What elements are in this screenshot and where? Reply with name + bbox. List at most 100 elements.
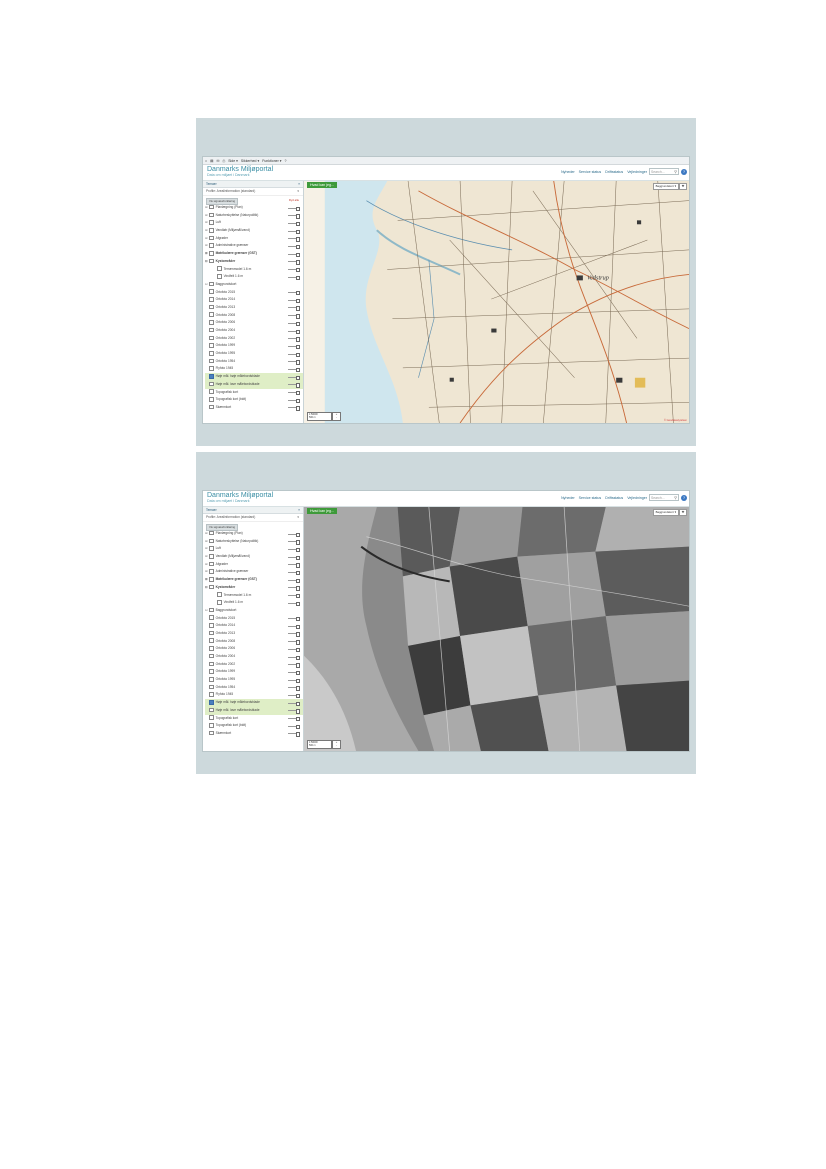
layer-row[interactable]: Ortofoto 2014	[205, 622, 303, 630]
layer-row[interactable]: Topografisk kort (bidt)	[205, 396, 303, 404]
layer-row[interactable]: Ortofoto 1954	[205, 358, 303, 366]
layer-checkbox[interactable]	[209, 699, 214, 705]
opacity-slider[interactable]	[288, 268, 300, 272]
layer-row[interactable]: Skærmkort	[205, 404, 303, 412]
help-circle-icon[interactable]: ?	[681, 495, 687, 501]
layer-checkbox[interactable]	[209, 327, 214, 333]
opacity-slider[interactable]	[288, 732, 300, 736]
layer-row[interactable]: Høje mål. høje målebordsblade	[205, 699, 303, 707]
layer-checkbox[interactable]	[209, 404, 214, 410]
layer-checkbox[interactable]	[209, 281, 214, 287]
layer-row[interactable]: Ortofoto 2015	[205, 289, 303, 297]
layer-row[interactable]: ⊟ Baggrundskort	[205, 607, 303, 615]
opacity-slider[interactable]	[288, 548, 300, 551]
brand-logo[interactable]: Danmarks Miljøportal Data om miljøet i D…	[207, 492, 273, 503]
layer-row[interactable]: ⊞ Naturbeskyttelse (Naturpolitik)	[205, 538, 303, 546]
background-map-select[interactable]: Baggrundskort ▾	[652, 509, 679, 516]
layer-checkbox[interactable]	[209, 530, 214, 536]
opacity-slider[interactable]	[288, 299, 300, 302]
opacity-slider[interactable]	[288, 532, 300, 536]
layer-checkbox[interactable]	[209, 723, 214, 728]
opacity-slider[interactable]	[288, 717, 300, 721]
layer-checkbox[interactable]	[209, 397, 214, 402]
layer-row[interactable]: ⊞ Vandløb (Miljømål/vand)	[205, 553, 303, 561]
layer-row[interactable]: ⊞ Naturbeskyttelse (Naturpolitik)	[205, 212, 303, 220]
tools-icon[interactable]: ⚒	[679, 183, 687, 190]
toolbar-side-menu[interactable]: Side ▾	[228, 159, 238, 163]
layer-checkbox[interactable]	[209, 373, 214, 379]
layer-checkbox[interactable]	[209, 630, 214, 636]
opacity-slider[interactable]	[288, 383, 300, 387]
layer-row[interactable]: Ortofoto 2002	[205, 661, 303, 669]
layer-checkbox[interactable]	[209, 389, 214, 394]
opacity-slider[interactable]	[288, 663, 300, 667]
layer-row[interactable]: Topografisk kort	[205, 389, 303, 397]
opacity-slider[interactable]	[288, 260, 300, 264]
layer-checkbox[interactable]	[209, 623, 214, 628]
opacity-slider[interactable]	[288, 245, 300, 248]
feeds-icon[interactable]: ▤	[210, 159, 213, 163]
layer-checkbox[interactable]	[209, 561, 214, 567]
profile-select[interactable]: Profile: Arealinformation (standard) ▾	[203, 188, 303, 196]
layer-row[interactable]: ⊞ Vandløb (Miljømål/vand)	[205, 227, 303, 235]
layer-row[interactable]: Ortofoto 1999	[205, 342, 303, 350]
layer-checkbox[interactable]	[209, 569, 214, 574]
help-icon[interactable]: ?	[284, 159, 286, 163]
layer-checkbox[interactable]	[217, 274, 222, 279]
mail-icon[interactable]: ✉	[216, 159, 219, 163]
opacity-slider[interactable]	[288, 686, 300, 690]
help-circle-icon[interactable]: ?	[681, 169, 687, 175]
layer-row[interactable]: Vindfelt 1.6 m	[205, 599, 303, 607]
layer-row[interactable]: ⊞ Luft	[205, 219, 303, 227]
layer-row[interactable]: Ortofoto 1995	[205, 676, 303, 684]
toolbar-security-menu[interactable]: Sikkerhed ▾	[241, 159, 259, 163]
layer-checkbox[interactable]	[209, 220, 214, 225]
layer-row[interactable]: ⊞ Afgrøder	[205, 561, 303, 569]
layer-checkbox[interactable]	[209, 358, 214, 364]
search-icon[interactable]: ⚲	[674, 169, 677, 175]
layer-row[interactable]: Ortofoto 2013	[205, 630, 303, 638]
opacity-slider[interactable]	[288, 694, 300, 697]
opacity-slider[interactable]	[288, 632, 300, 636]
map-view-aerial[interactable]: Hvad kan jeg... Baggrundskort ▾ ⚒ 1:5000…	[304, 507, 689, 751]
layer-checkbox[interactable]	[209, 576, 214, 582]
layer-checkbox[interactable]	[209, 343, 214, 348]
opacity-slider[interactable]	[288, 391, 300, 395]
layer-checkbox[interactable]	[209, 366, 214, 371]
layer-row[interactable]: Ortofoto 2004	[205, 327, 303, 335]
opacity-slider[interactable]	[288, 563, 300, 567]
opacity-slider[interactable]	[288, 229, 300, 233]
layer-row[interactable]: ⊞ Administrative grænser	[205, 568, 303, 576]
layer-row[interactable]: Vindfelt 1.6 m	[205, 273, 303, 281]
opacity-slider[interactable]	[288, 360, 300, 364]
layer-checkbox[interactable]	[209, 350, 214, 356]
layer-row[interactable]: Flyfoto 1945	[205, 691, 303, 699]
layer-row[interactable]: ⊟ Baggrundskort	[205, 281, 303, 289]
layer-row[interactable]: ⊞ Matrikulære grænser (GST)	[205, 250, 303, 258]
layer-checkbox[interactable]	[209, 381, 214, 387]
print-icon[interactable]: ⎙	[222, 159, 225, 163]
opacity-slider[interactable]	[288, 291, 300, 295]
layer-row[interactable]: Ortofoto 2004	[205, 653, 303, 661]
layer-checkbox[interactable]	[209, 669, 214, 674]
layer-checkbox[interactable]	[209, 312, 214, 318]
layer-row[interactable]: Ortofoto 1995	[205, 350, 303, 358]
opacity-slider[interactable]	[288, 206, 300, 210]
layer-row[interactable]: Ortofoto 1954	[205, 684, 303, 692]
layer-checkbox[interactable]	[209, 546, 214, 551]
layer-checkbox[interactable]	[209, 615, 214, 621]
nav-guides[interactable]: Vejledninger	[627, 496, 647, 500]
layer-checkbox[interactable]	[209, 204, 214, 210]
opacity-slider[interactable]	[288, 376, 300, 379]
opacity-slider[interactable]	[288, 406, 300, 410]
layer-checkbox[interactable]	[209, 553, 214, 559]
layer-row[interactable]: Ortofoto 2008	[205, 312, 303, 320]
nav-operation-status[interactable]: Driftsstatus	[605, 496, 623, 500]
opacity-slider[interactable]	[288, 579, 300, 582]
historic-map-canvas[interactable]: Vedstrup	[304, 181, 689, 423]
layer-checkbox[interactable]	[209, 661, 214, 667]
search-icon[interactable]: ⚲	[674, 495, 677, 501]
opacity-slider[interactable]	[288, 571, 300, 574]
layer-row[interactable]: Høje mål. lave målebordsblade	[205, 380, 303, 389]
layer-checkbox[interactable]	[209, 638, 214, 644]
